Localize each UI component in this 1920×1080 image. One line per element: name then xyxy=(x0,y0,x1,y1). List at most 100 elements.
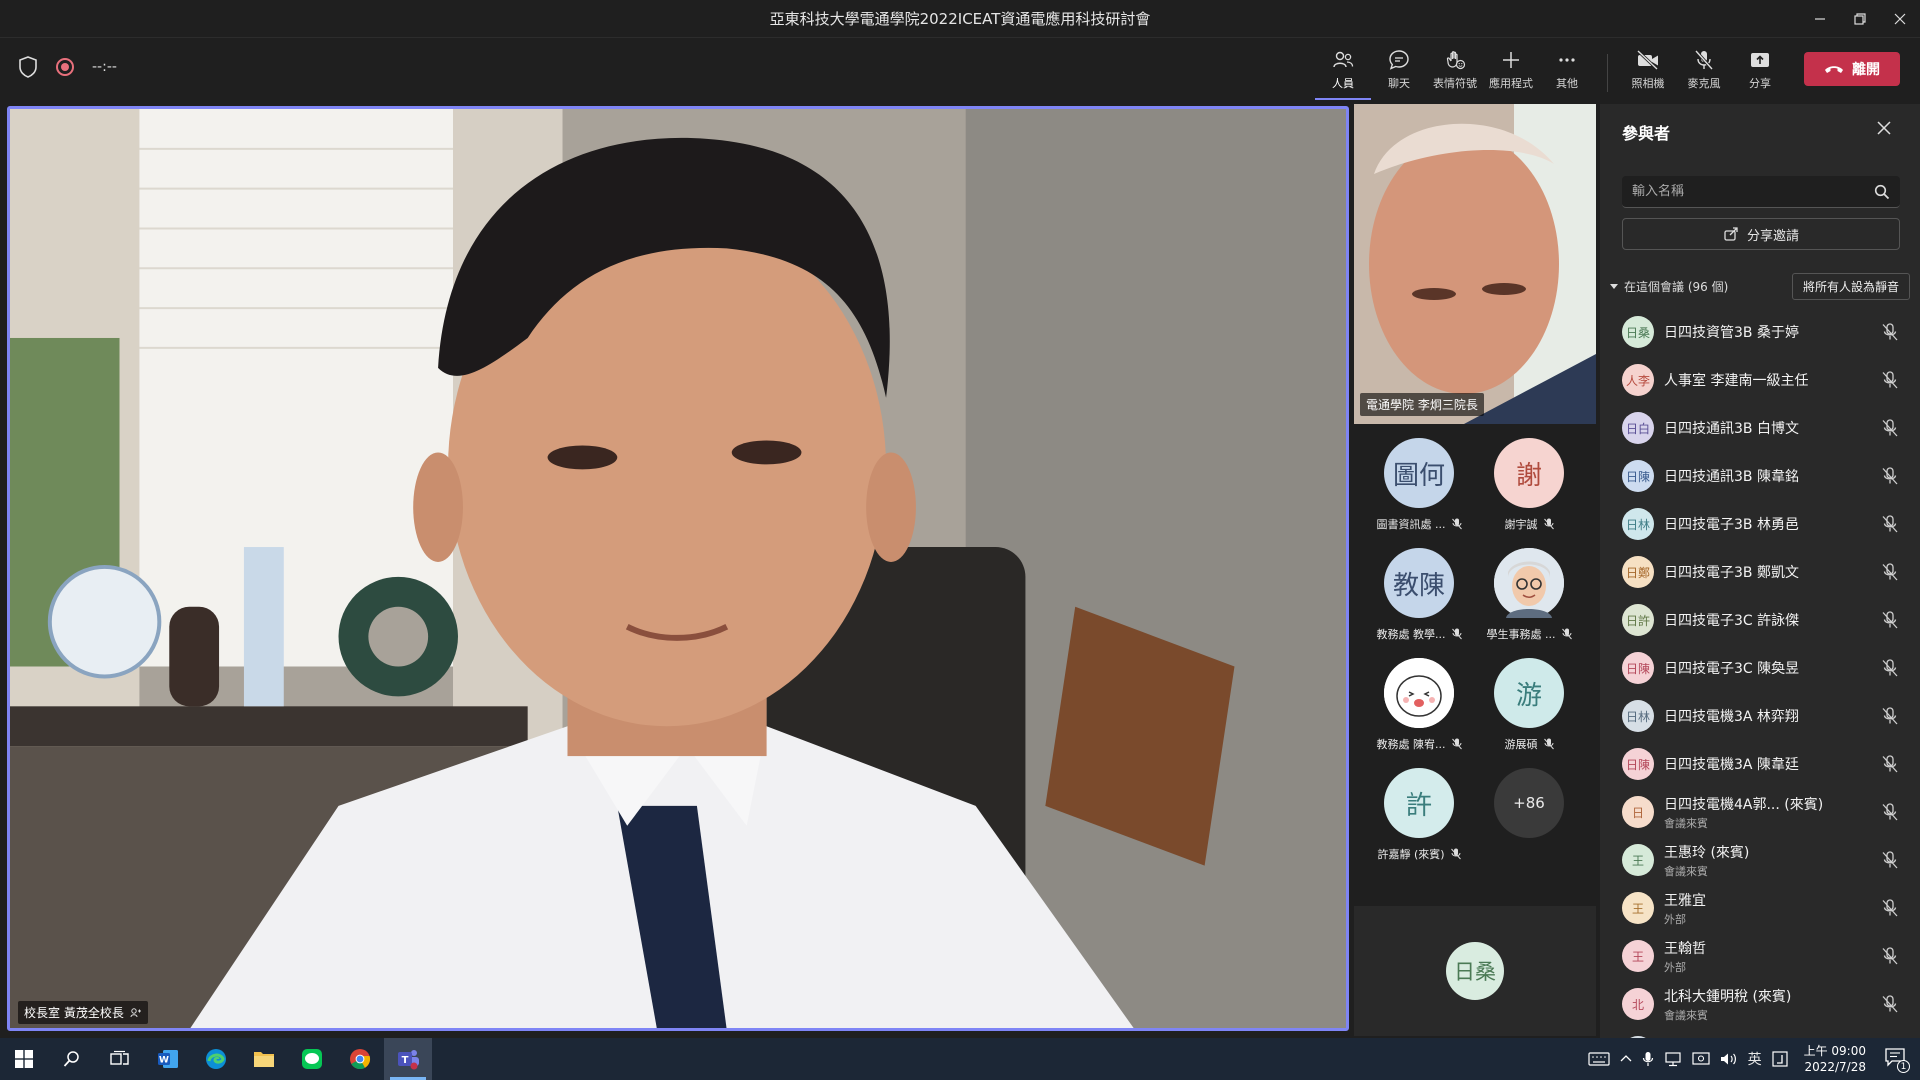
ime-indicator[interactable]: 英 xyxy=(1748,1049,1762,1069)
taskbar-search-button[interactable] xyxy=(48,1038,96,1080)
apps-button[interactable]: 應用程式 xyxy=(1483,48,1539,96)
teams-app[interactable]: T xyxy=(384,1038,432,1080)
gallery-tile[interactable]: 學生事務處 ... xyxy=(1474,548,1584,654)
participant-search[interactable] xyxy=(1622,176,1900,208)
shield-icon[interactable] xyxy=(18,56,38,78)
mute-all-button[interactable]: 將所有人設為靜音 xyxy=(1791,272,1910,300)
participant-role: 會議來賓 xyxy=(1664,864,1708,878)
share-invite-icon xyxy=(1724,227,1738,241)
reactions-button[interactable]: 表情符號 xyxy=(1427,48,1483,96)
mic-off-icon[interactable] xyxy=(1880,562,1900,582)
participant-text: 日四技電機3A 陳韋廷 xyxy=(1664,754,1799,774)
line-app[interactable] xyxy=(288,1038,336,1080)
notification-center-button[interactable]: 1 xyxy=(1884,1047,1910,1073)
participant-row[interactable]: 日陳 日四技電機3A 陳韋廷 xyxy=(1600,740,1920,788)
chat-button[interactable]: 聊天 xyxy=(1371,48,1427,96)
participant-text: 日四技通訊3B 白博文 xyxy=(1664,418,1799,438)
mic-off-icon[interactable] xyxy=(1880,994,1900,1014)
panel-close-button[interactable] xyxy=(1874,120,1894,140)
section-header[interactable]: 在這個會議 (96 個) xyxy=(1610,278,1728,295)
gallery-tile[interactable]: 游 游展碩 xyxy=(1474,658,1584,764)
pinned-video-tile[interactable]: 電通學院 李炯三院長 xyxy=(1354,104,1596,424)
mic-off-icon[interactable] xyxy=(1880,610,1900,630)
meeting-status: --:-- xyxy=(18,56,117,78)
people-button[interactable]: 人員 xyxy=(1315,48,1371,100)
task-view-button[interactable] xyxy=(96,1038,144,1080)
close-button[interactable] xyxy=(1880,0,1920,38)
mic-off-icon[interactable] xyxy=(1880,418,1900,438)
keyboard-icon[interactable] xyxy=(1587,1051,1610,1067)
participant-row[interactable]: 日林 日四技電子3B 林勇邑 xyxy=(1600,500,1920,548)
more-icon xyxy=(1559,58,1575,62)
avatar: 謝 xyxy=(1494,438,1564,508)
restore-button[interactable] xyxy=(1840,0,1880,38)
main-speaker-video[interactable]: 校長室 黃茂全校長 xyxy=(7,106,1349,1031)
participant-name: 王惠玲 (來賓) xyxy=(1664,844,1750,861)
mic-off-icon[interactable] xyxy=(1880,322,1900,342)
edge-app[interactable] xyxy=(192,1038,240,1080)
more-button[interactable]: 其他 xyxy=(1539,48,1595,96)
search-input[interactable] xyxy=(1632,184,1874,199)
participant-row[interactable]: 北北科大鍾明稅 (來賓) 會議來賓 xyxy=(1600,980,1920,1028)
leave-button[interactable]: 離開 xyxy=(1804,52,1900,86)
search-icon[interactable] xyxy=(1874,184,1890,200)
mic-off-icon[interactable] xyxy=(1880,946,1900,966)
file-explorer-icon xyxy=(254,1052,274,1067)
participant-row[interactable]: 日日四技電機4A郭... (來賓) 會議來賓 xyxy=(1600,788,1920,836)
participant-row[interactable]: 日桑 日四技資管3B 桑于婷 xyxy=(1600,308,1920,356)
camera-button[interactable]: 照相機 xyxy=(1620,48,1676,96)
gallery-tile[interactable]: 教陳 教務處 教學... xyxy=(1364,548,1474,654)
participant-role: 會議來賓 xyxy=(1664,816,1708,830)
mic-off-icon[interactable] xyxy=(1880,466,1900,486)
gallery-tile[interactable]: 圖何 圖書資訊處 ... xyxy=(1364,438,1474,544)
network-icon[interactable] xyxy=(1664,1051,1682,1067)
participant-row[interactable]: 人李 人事室 李建南一級主任 xyxy=(1600,356,1920,404)
chevron-up-icon[interactable] xyxy=(1620,1053,1632,1065)
participant-row[interactable]: 王王雅宜 外部 xyxy=(1600,884,1920,932)
word-app[interactable]: W xyxy=(144,1038,192,1080)
gallery-tile[interactable]: 謝 謝宇誠 xyxy=(1474,438,1584,544)
avatar: 許 xyxy=(1384,768,1454,838)
mic-off-icon xyxy=(1450,848,1461,860)
participant-row[interactable]: 日白 日四技通訊3B 白博文 xyxy=(1600,404,1920,452)
pip-name-tag: 電通學院 李炯三院長 xyxy=(1360,393,1484,416)
chrome-app[interactable] xyxy=(336,1038,384,1080)
file-explorer-app[interactable] xyxy=(240,1038,288,1080)
mic-off-icon[interactable] xyxy=(1880,370,1900,390)
restore-icon xyxy=(1854,13,1866,25)
mic-off-icon[interactable] xyxy=(1880,658,1900,678)
participant-row[interactable]: 佑佑宣希 xyxy=(1600,1028,1920,1038)
camera-off-icon xyxy=(1636,49,1659,71)
gallery-tile[interactable]: 教務處 陳宥... xyxy=(1364,658,1474,764)
close-icon xyxy=(1877,121,1891,135)
mic-off-icon[interactable] xyxy=(1880,898,1900,918)
participant-row[interactable]: 日陳 日四技電子3C 陳奐昱 xyxy=(1600,644,1920,692)
participant-row[interactable]: 日鄭 日四技電子3B 鄭凱文 xyxy=(1600,548,1920,596)
mic-off-icon[interactable] xyxy=(1880,802,1900,822)
notification-count: 1 xyxy=(1897,1060,1910,1073)
mic-button[interactable]: 麥克風 xyxy=(1676,48,1732,96)
share-invite-button[interactable]: 分享邀請 xyxy=(1622,218,1900,250)
avatar: 王 xyxy=(1622,892,1654,924)
mic-off-icon[interactable] xyxy=(1880,850,1900,870)
mic-off-icon[interactable] xyxy=(1880,706,1900,726)
share-button[interactable]: 分享 xyxy=(1732,48,1788,96)
mic-off-icon[interactable] xyxy=(1880,754,1900,774)
volume-icon[interactable] xyxy=(1720,1051,1738,1067)
microphone-icon[interactable] xyxy=(1642,1051,1654,1067)
participant-row[interactable]: 王王惠玲 (來賓) 會議來賓 xyxy=(1600,836,1920,884)
participant-row[interactable]: 王王翰哲 外部 xyxy=(1600,932,1920,980)
mic-off-icon[interactable] xyxy=(1880,514,1900,534)
display-icon[interactable] xyxy=(1691,1051,1710,1067)
avatar: 日桑 xyxy=(1446,942,1504,1000)
participant-row[interactable]: 日林 日四技電機3A 林弈翔 xyxy=(1600,692,1920,740)
participant-row[interactable]: 日陳 日四技通訊3B 陳韋銘 xyxy=(1600,452,1920,500)
gallery-tile[interactable]: 許 許嘉靜 (來賓) xyxy=(1364,768,1474,874)
system-clock[interactable]: 上午 09:00 2022/7/28 xyxy=(1804,1043,1866,1075)
participant-row[interactable]: 日許 日四技電子3C 許詠傑 xyxy=(1600,596,1920,644)
minimize-button[interactable] xyxy=(1800,0,1840,38)
input-method-icon[interactable] xyxy=(1771,1051,1788,1067)
gallery-bottom-tile[interactable]: 日桑 xyxy=(1354,906,1596,1036)
more-participants-tile[interactable]: +86 xyxy=(1474,768,1584,874)
start-button[interactable] xyxy=(0,1038,48,1080)
